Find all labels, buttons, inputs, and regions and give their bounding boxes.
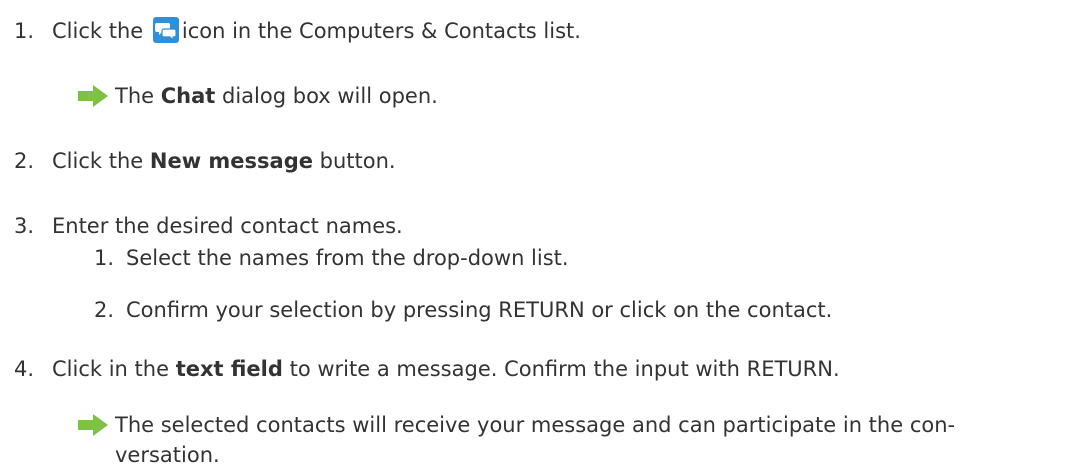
step-text: Enter the desired contact names. xyxy=(52,214,403,238)
step-text: Click the icon in the Computers & Contac… xyxy=(52,17,581,43)
step-text: Click in the text field to write a messa… xyxy=(52,357,840,381)
chat-icon xyxy=(152,17,179,43)
result-text: The Chat dialog box will open. xyxy=(115,84,438,108)
step-number: 2. xyxy=(14,149,35,173)
result-arrow-icon xyxy=(78,85,108,107)
result-text-line-2: versation. xyxy=(115,443,220,467)
substep-text: Select the names from the drop-down list… xyxy=(126,246,569,270)
step-text: Click the New message button. xyxy=(52,149,396,173)
step-number: 4. xyxy=(14,357,35,381)
result-arrow-icon xyxy=(78,414,108,436)
step-number: 3. xyxy=(14,214,35,238)
result-text-line-1: The selected contacts will receive your … xyxy=(115,413,956,437)
step-number: 1. xyxy=(14,19,35,43)
substep-text: Confirm your selection by pressing RETUR… xyxy=(126,298,833,322)
